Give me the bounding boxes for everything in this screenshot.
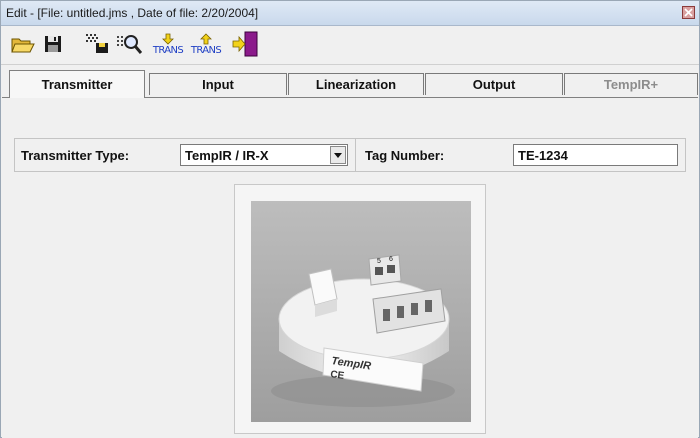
chevron-down-icon <box>334 152 342 158</box>
tab-transmitter-label: Transmitter <box>41 77 113 92</box>
exit-door-icon <box>232 31 258 57</box>
tab-transmitter[interactable]: Transmitter <box>9 70 145 98</box>
terminal-label-6: 6 <box>389 256 393 263</box>
floppy-disk-icon <box>45 36 61 52</box>
transmitter-type-dropdown-button[interactable] <box>330 146 346 164</box>
arrow-up-icon <box>200 32 212 44</box>
open-button[interactable] <box>9 30 37 58</box>
tag-number-label: Tag Number: <box>365 148 445 163</box>
tab-output-label: Output <box>472 77 516 92</box>
transmitter-panel: Transmitter Type: TempIR / IR-X Tag Numb… <box>2 97 698 438</box>
transmitter-device-illustration: TempIR CE 5 6 <box>251 201 471 422</box>
tab-input-label: Input <box>202 77 234 92</box>
trans-out-label: TRANS <box>190 44 222 56</box>
inspect-button[interactable] <box>115 30 143 58</box>
edit-window: Edit - [File: untitled.jms , Date of fil… <box>0 0 700 438</box>
send-to-transmitter-button[interactable]: TRANS <box>189 30 223 58</box>
open-folder-icon <box>11 38 35 53</box>
toolbar: TRANS TRANS <box>1 26 699 65</box>
tab-linearization-label: Linearization <box>315 77 397 92</box>
tab-linearization[interactable]: Linearization <box>288 73 424 95</box>
close-icon <box>684 8 693 17</box>
close-button[interactable] <box>682 6 695 19</box>
tag-number-input[interactable] <box>513 144 678 166</box>
transmitter-photo: TempIR CE 5 6 <box>251 201 471 422</box>
download-from-transmitter-icon <box>86 34 108 53</box>
magnify-icon <box>117 35 142 54</box>
exit-button[interactable] <box>231 30 259 58</box>
transmitter-type-select[interactable]: TempIR / IR-X <box>180 144 348 166</box>
terminal-label-5: 5 <box>377 258 381 265</box>
tab-input[interactable]: Input <box>149 73 287 95</box>
transmitter-type-value: TempIR / IR-X <box>185 148 269 163</box>
transmitter-photo-frame: TempIR CE 5 6 <box>234 184 486 434</box>
title-bar[interactable]: Edit - [File: untitled.jms , Date of fil… <box>1 1 699 26</box>
trans-in-label: TRANS <box>152 44 184 56</box>
receive-from-transmitter-button[interactable]: TRANS <box>151 30 185 58</box>
window-title: Edit - [File: untitled.jms , Date of fil… <box>6 6 259 20</box>
tab-strip: Transmitter Input Linearization Output T… <box>1 67 699 98</box>
row-divider <box>355 139 356 171</box>
arrow-down-icon <box>162 33 174 45</box>
download-button[interactable] <box>83 30 111 58</box>
tab-tempir-plus: TempIR+ <box>564 73 698 95</box>
save-button[interactable] <box>39 30 67 58</box>
tab-output[interactable]: Output <box>425 73 563 95</box>
transmitter-settings-row: Transmitter Type: TempIR / IR-X Tag Numb… <box>14 138 686 172</box>
ce-mark: CE <box>330 369 346 382</box>
transmitter-type-label: Transmitter Type: <box>21 148 130 163</box>
tab-tempir-plus-label: TempIR+ <box>603 77 659 92</box>
